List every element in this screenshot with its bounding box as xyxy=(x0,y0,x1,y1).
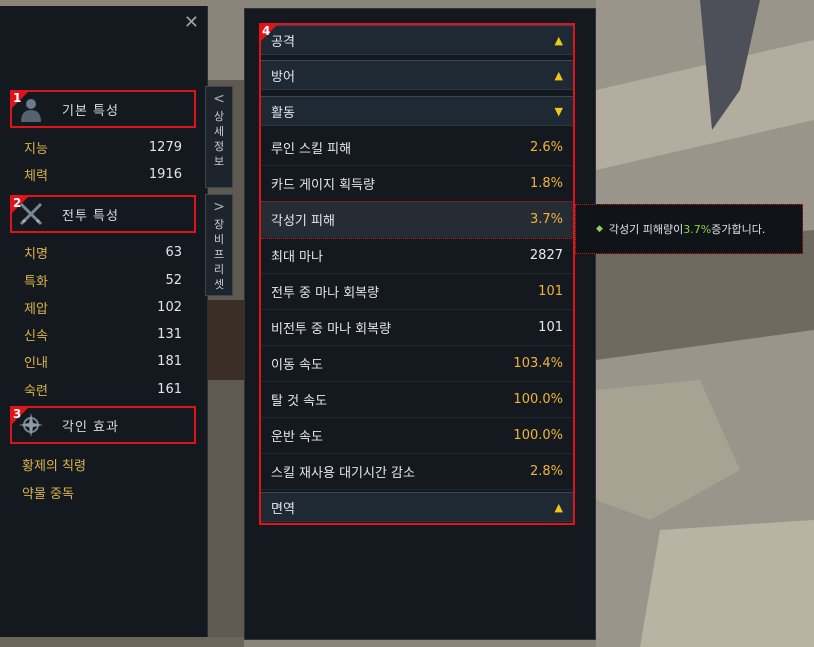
stat-value: 102 xyxy=(157,299,182,315)
close-icon[interactable]: ✕ xyxy=(184,14,199,32)
stat-label: 치명 xyxy=(24,246,48,262)
detail-info-tab[interactable]: < 상 세 정 보 xyxy=(205,86,233,188)
stat-row: 인내 181 xyxy=(24,351,182,371)
tooltip-suffix: 증가합니다. xyxy=(711,223,766,236)
tab-char: 상 xyxy=(213,110,225,123)
chevron-right-icon: > xyxy=(213,199,225,215)
stat-value: 52 xyxy=(165,272,182,288)
stat-label: 숙련 xyxy=(24,383,48,399)
stat-label: 신속 xyxy=(24,328,48,344)
tab-char: 보 xyxy=(213,155,225,168)
tab-char: 세 xyxy=(213,125,225,138)
stat-label: 지능 xyxy=(24,141,48,157)
stat-value: 63 xyxy=(165,244,182,260)
engraving-item[interactable]: 황제의 칙령 xyxy=(22,455,86,474)
stat-value: 161 xyxy=(157,381,182,397)
stat-value: 1279 xyxy=(148,139,182,155)
annotation-number: 4 xyxy=(262,24,271,38)
combat-stats-header: 2 전투 특성 xyxy=(10,195,196,233)
stat-row: 체력 1916 xyxy=(24,164,182,184)
annotation-number: 3 xyxy=(13,407,22,421)
chevron-left-icon: < xyxy=(213,91,225,107)
annotation-number: 2 xyxy=(13,196,22,210)
engraving-header: 3 각인 효과 xyxy=(10,406,196,444)
annotation-box: 4 xyxy=(259,23,575,525)
stat-label: 특화 xyxy=(24,274,48,290)
tab-char: 정 xyxy=(213,140,225,153)
tab-char: 리 xyxy=(213,263,225,276)
equipment-preset-tab[interactable]: > 장 비 프 리 셋 xyxy=(205,194,233,296)
tab-char: 셋 xyxy=(213,278,225,291)
engraving-item[interactable]: 약물 중독 xyxy=(22,483,74,502)
stat-value: 131 xyxy=(157,326,182,342)
stat-row: 신속 131 xyxy=(24,324,182,344)
bullet-icon: ◆ xyxy=(596,224,603,234)
tab-char: 비 xyxy=(213,233,225,246)
combat-stats-title: 전투 특성 xyxy=(62,208,119,224)
stat-label: 체력 xyxy=(24,168,48,184)
stat-row: 지능 1279 xyxy=(24,137,182,157)
stat-row: 특화 52 xyxy=(24,270,182,290)
engraving-title: 각인 효과 xyxy=(62,419,119,435)
stat-label: 인내 xyxy=(24,355,48,371)
stat-value: 181 xyxy=(157,353,182,369)
tab-char: 장 xyxy=(213,218,225,231)
stat-value: 1916 xyxy=(148,166,182,182)
stat-row: 제압 102 xyxy=(24,297,182,317)
tooltip-prefix: 각성기 피해량이 xyxy=(608,223,684,236)
tab-char: 프 xyxy=(213,248,225,261)
basic-stats-header: 1 기본 특성 xyxy=(10,90,196,128)
basic-stats-title: 기본 특성 xyxy=(62,103,119,119)
annotation-number: 1 xyxy=(13,91,22,105)
tooltip: ◆ 각성기 피해량이 3.7% 증가합니다. xyxy=(575,204,803,254)
stat-label: 제압 xyxy=(24,301,48,317)
tooltip-value: 3.7% xyxy=(683,222,712,236)
stat-row: 치명 63 xyxy=(24,242,182,262)
stat-row: 숙련 161 xyxy=(24,379,182,399)
